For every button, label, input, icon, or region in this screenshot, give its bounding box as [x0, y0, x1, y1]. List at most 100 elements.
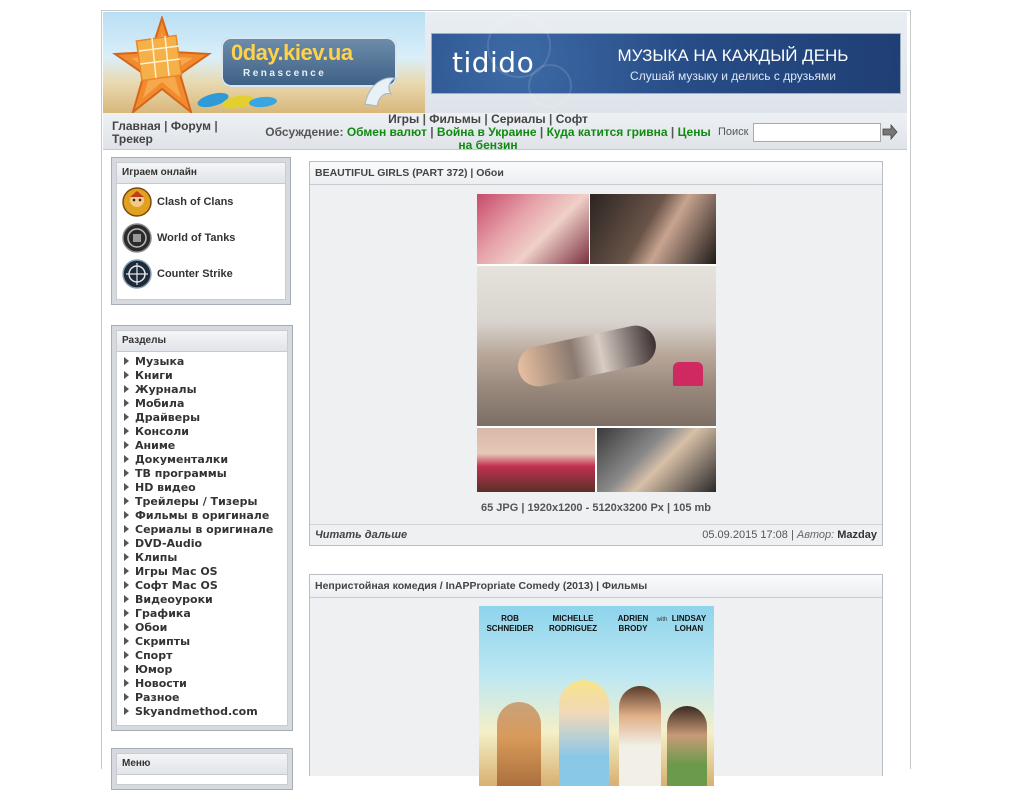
tidido-banner[interactable]: tidido МУЗЫКА НА КАЖДЫЙ ДЕНЬ Слушай музы…	[431, 14, 901, 108]
section-label: Графика	[135, 607, 191, 620]
post-author-link[interactable]: Mazday	[837, 529, 877, 541]
section-label: Журналы	[135, 383, 197, 396]
section-link[interactable]: Игры Mac OS	[122, 565, 287, 579]
nav-link-home[interactable]: Главная	[112, 119, 161, 133]
nav-link-tracker[interactable]: Трекер	[112, 132, 153, 146]
sections-block-title: Разделы	[117, 331, 287, 352]
section-label: Игры Mac OS	[135, 565, 218, 578]
post-file-info: 65 JPG | 1920x1200 - 5120x3200 Px | 105 …	[481, 502, 711, 514]
section-link[interactable]: Фильмы в оригинале	[122, 509, 287, 523]
nav-link-forum[interactable]: Форум	[171, 119, 211, 133]
section-link[interactable]: Мобила	[122, 397, 287, 411]
post-title-link[interactable]: Непристойная комедия / InAPPropriate Com…	[315, 580, 593, 592]
section-link[interactable]: Разное	[122, 691, 287, 705]
triangle-right-icon	[124, 679, 129, 687]
section-link[interactable]: Спорт	[122, 649, 287, 663]
triangle-right-icon	[124, 665, 129, 673]
section-link[interactable]: Документалки	[122, 453, 287, 467]
section-link[interactable]: Консоли	[122, 425, 287, 439]
game-label: Counter Strike	[157, 268, 233, 280]
author-label: Автор:	[796, 529, 835, 541]
section-link[interactable]: Аниме	[122, 439, 287, 453]
movie-poster[interactable]: ROB SCHNEIDER MICHELLE RODRIGUEZ ADRIEN …	[479, 606, 714, 786]
nav-link-series[interactable]: Сериалы	[491, 112, 546, 126]
triangle-right-icon	[124, 651, 129, 659]
section-link[interactable]: DVD-Audio	[122, 537, 287, 551]
section-link[interactable]: Видеоуроки	[122, 593, 287, 607]
discussion-link-war[interactable]: Война в Украине	[437, 125, 537, 139]
triangle-right-icon	[124, 581, 129, 589]
section-link[interactable]: Драйверы	[122, 411, 287, 425]
section-link[interactable]: Книги	[122, 369, 287, 383]
discussion-link-hryvnia[interactable]: Куда катится гривна	[547, 125, 668, 139]
flippers-icon	[197, 92, 277, 109]
nav-link-soft[interactable]: Софт	[556, 112, 588, 126]
game-label: World of Tanks	[157, 232, 236, 244]
section-label: Спорт	[135, 649, 173, 662]
section-label: Обои	[135, 621, 168, 634]
games-block-title: Играем онлайн	[117, 163, 285, 184]
section-link[interactable]: Клипы	[122, 551, 287, 565]
search-go-arrow-icon[interactable]	[882, 124, 898, 140]
nav-link-films[interactable]: Фильмы	[429, 112, 481, 126]
poster-figure	[619, 686, 661, 786]
logo-tagline: Renascence	[243, 68, 327, 79]
post-title-link[interactable]: BEAUTIFUL GIRLS (PART 372)	[315, 167, 467, 179]
section-link[interactable]: Софт Mac OS	[122, 579, 287, 593]
section-label: Аниме	[135, 439, 176, 452]
discussion-link-currency[interactable]: Обмен валют	[347, 125, 427, 139]
section-label: Сериалы в оригинале	[135, 523, 274, 536]
nav-center: Игры | Фильмы | Сериалы | Софт Обсуждени…	[265, 112, 711, 152]
post-header: BEAUTIFUL GIRLS (PART 372) | Обои	[310, 162, 882, 185]
section-link[interactable]: Трейлеры / Тизеры	[122, 495, 287, 509]
section-label: Консоли	[135, 425, 189, 438]
poster-name: ADRIEN BRODY	[617, 614, 649, 633]
triangle-right-icon	[124, 539, 129, 547]
section-label: Разное	[135, 691, 180, 704]
wallpaper-thumbnail	[477, 266, 716, 426]
triangle-right-icon	[124, 357, 129, 365]
section-link[interactable]: Графика	[122, 607, 287, 621]
menu-block: Меню	[111, 748, 293, 790]
wallpaper-thumbnail	[477, 428, 595, 492]
section-label: Скрипты	[135, 635, 191, 648]
banner-brand: tidido	[452, 46, 535, 79]
game-link-world-of-tanks[interactable]: World of Tanks	[117, 220, 285, 256]
news-post: BEAUTIFUL GIRLS (PART 372) | Обои 65 JPG…	[309, 161, 883, 546]
banner-subtitle: Слушай музыку и делись с друзьями	[630, 69, 836, 83]
section-link[interactable]: Новости	[122, 677, 287, 691]
post-footer: Читать дальше 05.09.2015 17:08 | Автор: …	[310, 524, 882, 545]
read-more-link[interactable]: Читать дальше	[315, 529, 407, 541]
section-link[interactable]: Журналы	[122, 383, 287, 397]
section-link[interactable]: Сериалы в оригинале	[122, 523, 287, 537]
triangle-right-icon	[124, 595, 129, 603]
triangle-right-icon	[124, 693, 129, 701]
triangle-right-icon	[124, 623, 129, 631]
section-link[interactable]: ТВ программы	[122, 467, 287, 481]
section-link[interactable]: HD видео	[122, 481, 287, 495]
search-label: Поиск	[718, 126, 749, 138]
nav-link-games[interactable]: Игры	[388, 112, 419, 126]
sections-list: Музыка Книги Журналы Мобила Драйверы Консоли А…	[117, 352, 287, 719]
banner-slogan: МУЗЫКА НА КАЖДЫЙ ДЕНЬ	[617, 46, 849, 65]
post-category-link[interactable]: Фильмы	[602, 580, 647, 592]
section-link[interactable]: Юмор	[122, 663, 287, 677]
game-link-clash-of-clans[interactable]: Clash of Clans	[117, 184, 285, 220]
section-link[interactable]: Скрипты	[122, 635, 287, 649]
site-logo[interactable]: 0day.kiev.ua Renascence	[103, 12, 425, 113]
game-link-counter-strike[interactable]: Counter Strike	[117, 256, 285, 292]
section-link[interactable]: Музыка	[122, 355, 287, 369]
section-label: Юмор	[135, 663, 173, 676]
post-image-collage[interactable]	[477, 194, 716, 492]
section-link[interactable]: Обои	[122, 621, 287, 635]
triangle-right-icon	[124, 427, 129, 435]
news-post: Непристойная комедия / InAPPropriate Com…	[309, 574, 883, 786]
section-link[interactable]: Skyandmethod.com	[122, 705, 287, 719]
menu-block-title: Меню	[117, 754, 287, 775]
post-category-link[interactable]: Обои	[476, 167, 504, 179]
post-body: 65 JPG | 1920x1200 - 5120x3200 Px | 105 …	[310, 185, 882, 524]
world-of-tanks-icon	[122, 223, 152, 253]
post-date: 05.09.2015 17:08	[702, 529, 788, 541]
search-input[interactable]	[753, 123, 881, 142]
triangle-right-icon	[124, 441, 129, 449]
